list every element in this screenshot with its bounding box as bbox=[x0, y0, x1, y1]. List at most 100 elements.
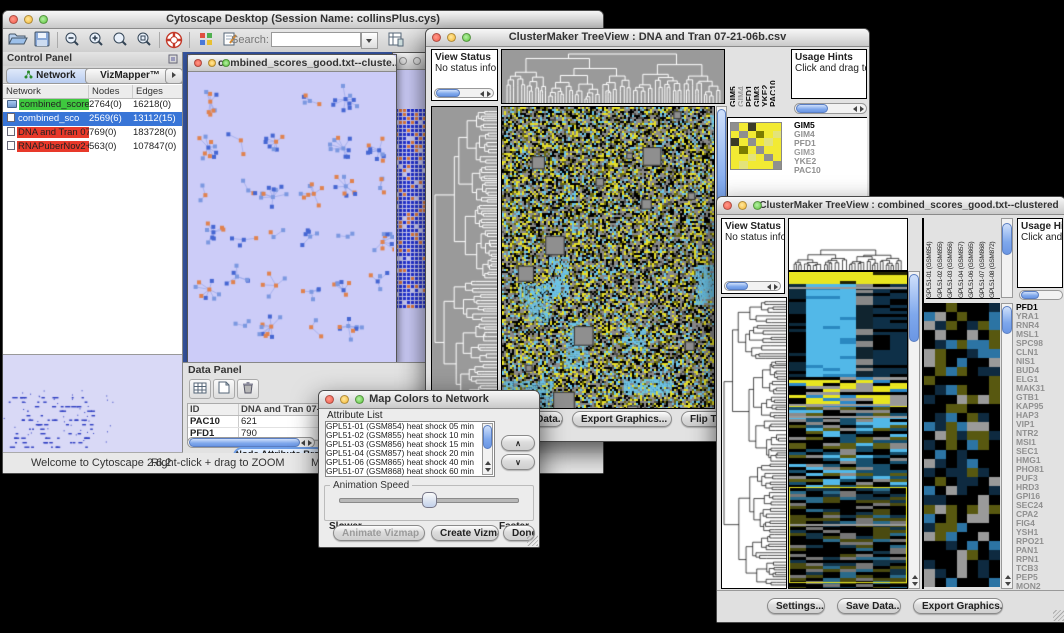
tv1-column-label[interactable]: PFD1 bbox=[744, 49, 751, 107]
gene-label[interactable]: PAC10 bbox=[794, 166, 864, 173]
matrix-cell[interactable] bbox=[731, 154, 739, 162]
matrix-cell[interactable] bbox=[739, 131, 747, 139]
minimize-icon[interactable] bbox=[738, 201, 747, 210]
matrix-cell[interactable] bbox=[773, 123, 781, 131]
tv1-export-graphics-button[interactable]: Export Graphics... bbox=[572, 411, 672, 427]
network-table-row[interactable]: DNA and Tran 07 769(0) 183728(0) bbox=[3, 126, 182, 140]
minimize-icon[interactable] bbox=[413, 57, 421, 65]
move-down-button[interactable]: ∨ bbox=[501, 454, 535, 470]
attr-col-id[interactable]: ID bbox=[188, 404, 239, 415]
network-table-row[interactable]: combined_scores 2764(0) 16218(0) bbox=[3, 98, 182, 112]
main-titlebar[interactable]: Cytoscape Desktop (Session Name: collins… bbox=[3, 11, 603, 29]
matrix-cell[interactable] bbox=[764, 138, 772, 146]
tv1-column-dendrogram-canvas[interactable] bbox=[502, 50, 724, 103]
move-up-button[interactable]: ∧ bbox=[501, 435, 535, 451]
zoom-window-icon[interactable] bbox=[355, 395, 364, 404]
zoom-selected-icon[interactable] bbox=[133, 31, 155, 50]
matrix-cell[interactable] bbox=[731, 161, 739, 169]
matrix-cell[interactable] bbox=[773, 154, 781, 162]
tv2-heatmap-canvas[interactable] bbox=[789, 272, 907, 588]
matrix-cell[interactable] bbox=[756, 154, 764, 162]
create-vizmap-button[interactable]: Create Vizmap bbox=[431, 525, 499, 541]
close-icon[interactable] bbox=[723, 201, 732, 210]
tab-overflow-button[interactable] bbox=[165, 68, 183, 84]
tv1-column-label[interactable]: PAC10 bbox=[768, 49, 775, 107]
tv2-view-status-scrollbar[interactable] bbox=[724, 281, 781, 291]
close-icon[interactable] bbox=[399, 57, 407, 65]
view-status-scrollbar[interactable] bbox=[434, 88, 494, 98]
attribute-list-scrollbar[interactable] bbox=[482, 423, 493, 475]
open-file-icon[interactable] bbox=[7, 31, 29, 50]
matrix-cell[interactable] bbox=[773, 161, 781, 169]
zoom-window-icon[interactable] bbox=[462, 33, 471, 42]
zoom-out-icon[interactable] bbox=[61, 31, 83, 50]
tv2-column-label[interactable]: GPL51-02 (GSM855) bbox=[937, 218, 947, 298]
matrix-cell[interactable] bbox=[748, 161, 756, 169]
tv2-column-dendrogram[interactable] bbox=[788, 218, 908, 271]
minimize-icon[interactable] bbox=[24, 15, 33, 24]
tv2-column-dendrogram-canvas[interactable] bbox=[789, 219, 907, 270]
zoom-in-icon[interactable] bbox=[85, 31, 107, 50]
tv2-column-label[interactable]: GPL51-07 (GSM868) bbox=[979, 218, 989, 298]
tv2-heatmap[interactable] bbox=[788, 271, 908, 589]
resize-grip[interactable] bbox=[527, 535, 538, 546]
tv2-row-dendrogram-canvas[interactable] bbox=[722, 298, 786, 588]
tv1-heatmap-canvas[interactable] bbox=[502, 107, 714, 408]
tv1-column-label[interactable]: YKE2 bbox=[760, 49, 767, 107]
tv2-column-label[interactable]: GPL51-03 (GSM856) bbox=[947, 218, 957, 298]
column-header-nodes[interactable]: Nodes bbox=[89, 85, 133, 98]
tv2-column-label[interactable]: GPL51-08 (GSM872) bbox=[989, 218, 999, 298]
zoom-window-icon[interactable] bbox=[39, 15, 48, 24]
tv1-heatmap[interactable] bbox=[501, 106, 715, 409]
dialog-titlebar[interactable]: Map Colors to Network bbox=[319, 391, 539, 409]
help-lifering-icon[interactable] bbox=[163, 31, 185, 50]
matrix-cell[interactable] bbox=[731, 131, 739, 139]
network-canvas[interactable] bbox=[188, 72, 394, 362]
tv1-row-dendrogram[interactable] bbox=[431, 106, 498, 409]
tv2-settings-button[interactable]: Settings... bbox=[767, 598, 825, 614]
birdseye-canvas[interactable] bbox=[3, 355, 181, 453]
matrix-cell[interactable] bbox=[748, 138, 756, 146]
tv1-column-dendrogram[interactable] bbox=[501, 49, 725, 104]
matrix-cell[interactable] bbox=[739, 154, 747, 162]
matrix-cell[interactable] bbox=[764, 123, 772, 131]
tv2-export-graphics-button[interactable]: Export Graphics... bbox=[913, 598, 1003, 614]
matrix-cell[interactable] bbox=[764, 146, 772, 154]
tv2-save-data-button[interactable]: Save Data... bbox=[837, 598, 901, 614]
matrix-cell[interactable] bbox=[773, 138, 781, 146]
tv2-heatmap-vscrollbar[interactable] bbox=[908, 271, 920, 589]
matrix-cell[interactable] bbox=[756, 138, 764, 146]
close-icon[interactable] bbox=[9, 15, 18, 24]
minimize-icon[interactable] bbox=[447, 33, 456, 42]
tv2-titlebar[interactable]: ClusterMaker TreeView : combined_scores_… bbox=[717, 197, 1064, 215]
animate-vizmap-button[interactable]: Animate Vizmap bbox=[333, 525, 425, 541]
matrix-cell[interactable] bbox=[731, 146, 739, 154]
matrix-cell[interactable] bbox=[756, 131, 764, 139]
tv2-row-dendrogram[interactable] bbox=[721, 297, 787, 589]
tv1-row-dendrogram-canvas[interactable] bbox=[432, 107, 497, 408]
birdseye-view[interactable] bbox=[3, 354, 182, 455]
column-header-edges[interactable]: Edges bbox=[133, 85, 181, 98]
matrix-cell[interactable] bbox=[739, 123, 747, 131]
tv2-cluster-vscrollbar[interactable] bbox=[1001, 303, 1013, 589]
matrix-cell[interactable] bbox=[764, 154, 772, 162]
matrix-cell[interactable] bbox=[756, 146, 764, 154]
matrix-cell[interactable] bbox=[731, 138, 739, 146]
table-icon[interactable] bbox=[189, 379, 211, 399]
delete-trash-icon[interactable] bbox=[237, 379, 259, 399]
tv1-column-label[interactable]: GIM4 bbox=[736, 49, 743, 107]
tab-network[interactable]: Network bbox=[6, 68, 94, 84]
node-attribute-browser-button[interactable]: Node Attribute Brows bbox=[233, 447, 325, 453]
matrix-cell[interactable] bbox=[739, 146, 747, 154]
search-dropdown-icon[interactable] bbox=[361, 32, 378, 49]
zoom-window-icon[interactable] bbox=[222, 59, 230, 67]
search-input[interactable] bbox=[271, 32, 361, 47]
minimize-icon[interactable] bbox=[208, 59, 216, 67]
matrix-cell[interactable] bbox=[731, 123, 739, 131]
matrix-cell[interactable] bbox=[773, 146, 781, 154]
tv2-column-label[interactable]: GPL51-01 (GSM854) bbox=[926, 218, 936, 298]
network-table-row[interactable]: RNAPuberNov2+ 563(0) 107847(0) bbox=[3, 140, 182, 154]
tv2-labels-vscrollbar[interactable] bbox=[1001, 218, 1013, 298]
vizmapper-icon[interactable] bbox=[195, 31, 217, 50]
matrix-cell[interactable] bbox=[773, 131, 781, 139]
